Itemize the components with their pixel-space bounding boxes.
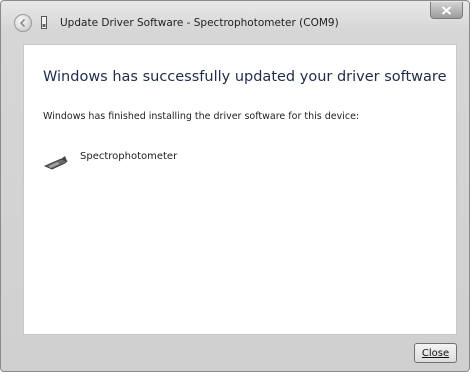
title-bar[interactable]: Update Driver Software - Spectrophotomet…: [1, 1, 469, 41]
close-button[interactable]: Close: [414, 343, 457, 363]
page-title: Windows has successfully updated your dr…: [43, 69, 447, 85]
update-driver-dialog: Update Driver Software - Spectrophotomet…: [0, 0, 470, 372]
window-title: Update Driver Software - Spectrophotomet…: [60, 17, 339, 29]
content-panel: Windows has successfully updated your dr…: [23, 44, 457, 335]
close-x-icon: [441, 5, 452, 15]
window-close-button[interactable]: [430, 2, 463, 19]
status-message: Windows has finished installing the driv…: [43, 111, 360, 122]
spectrophotometer-device-icon: [44, 156, 68, 170]
driver-icon: [41, 16, 47, 29]
device-name: Spectrophotometer: [80, 151, 178, 162]
back-arrow-icon[interactable]: [14, 14, 32, 32]
dialog-footer: Close: [1, 335, 469, 371]
close-button-label: Close: [421, 347, 450, 359]
